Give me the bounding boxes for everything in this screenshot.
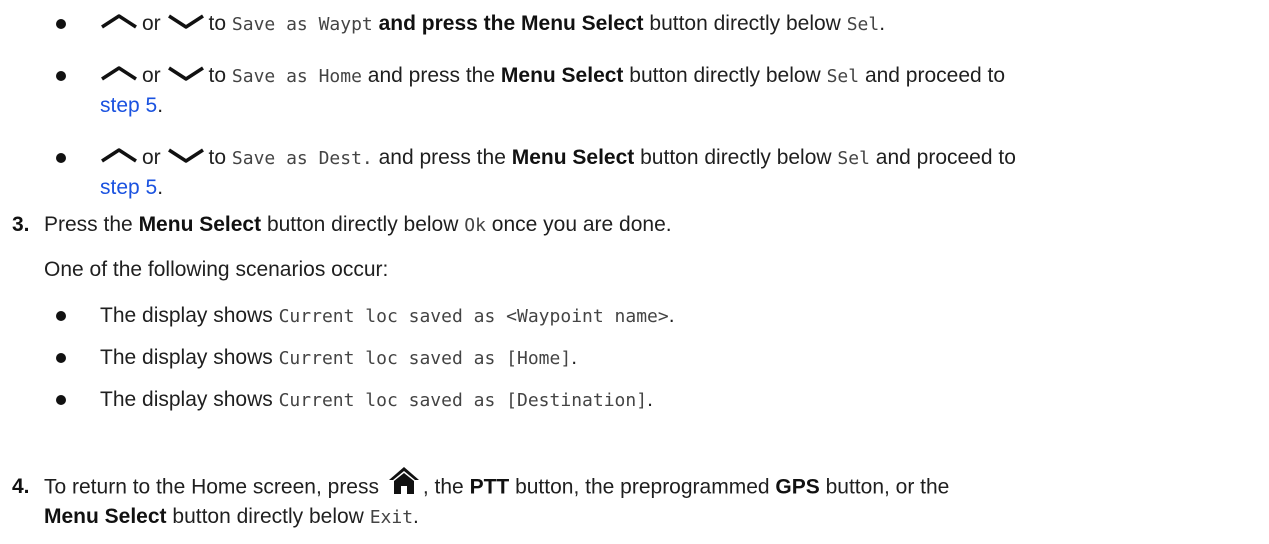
bullet [56, 311, 66, 321]
display-message: Current loc saved as <Waypoint name> [278, 306, 669, 327]
option-save-home: or to Save as Home and press the Menu Se… [100, 62, 1005, 91]
period: . [571, 346, 578, 369]
menu-item-text: Save as Waypt [231, 14, 373, 35]
or-text: or [142, 64, 161, 87]
option-save-dest-cont: step 5. [100, 174, 163, 202]
once-done-text: once you are done. [491, 213, 672, 236]
period: . [879, 12, 886, 35]
period: . [668, 304, 675, 327]
proceed-text: and proceed to [875, 146, 1016, 169]
bullet [56, 395, 66, 405]
period: . [157, 176, 164, 199]
scenario-item: The display shows Current loc saved as [… [100, 386, 653, 415]
bullet [56, 19, 66, 29]
menu-select-label: Menu Select [521, 12, 644, 35]
period: . [157, 94, 164, 117]
button-below-text: button directly below [629, 64, 821, 87]
scenario-item: The display shows Current loc saved as <… [100, 302, 675, 331]
softkey-text: Sel [837, 148, 870, 169]
to-text: to [208, 64, 227, 87]
gps-label: GPS [775, 475, 820, 499]
menu-select-label: Menu Select [500, 64, 624, 87]
proceed-text: and proceed to [864, 64, 1006, 87]
button-below-text: button directly below [640, 146, 832, 169]
period: . [413, 505, 419, 528]
menu-item-text: Save as Home [231, 66, 362, 87]
chevron-up-icon [101, 66, 137, 81]
or-text: or [142, 146, 161, 169]
preprogrammed-text: button, the preprogrammed [515, 475, 770, 499]
press-the-text: Press the [44, 213, 133, 236]
step-3-text: Press the Menu Select button directly be… [44, 211, 672, 240]
scenario-intro: One of the following scenarios occur: [44, 258, 389, 281]
and-press-text: and press the [378, 146, 506, 169]
button-below-text: button directly below [649, 12, 841, 35]
softkey-text: Sel [846, 14, 880, 35]
return-home-text: To return to the Home screen, press [44, 475, 379, 499]
comma-the-text: , the [422, 475, 464, 499]
chevron-up-icon [101, 14, 137, 29]
bullet [56, 353, 66, 363]
step-4-text: To return to the Home screen, press , th… [44, 467, 950, 503]
bullet [56, 71, 66, 81]
scenario-item: The display shows Current loc saved as [… [100, 344, 577, 373]
and-press-text: and press the [378, 12, 516, 35]
scenario-text: The display shows [100, 346, 273, 369]
step-5-link[interactable]: step 5 [100, 176, 157, 199]
ptt-label: PTT [469, 475, 510, 499]
softkey-text: Sel [826, 66, 860, 87]
to-text: to [208, 146, 227, 169]
step-5-link[interactable]: step 5 [100, 94, 157, 117]
chevron-down-icon [167, 14, 204, 30]
step-number: 3. [12, 213, 30, 236]
period: . [647, 388, 653, 411]
option-save-dest: or to Save as Dest. and press the Menu S… [100, 144, 1016, 173]
button-below-text: button directly below [266, 213, 459, 236]
menu-item-text: Save as Dest. [231, 148, 373, 169]
chevron-down-icon [167, 148, 204, 164]
menu-select-label: Menu Select [511, 146, 635, 169]
display-message: Current loc saved as [Home] [278, 348, 572, 369]
option-save-waypt: or to Save as Waypt and press the Menu S… [100, 10, 885, 39]
or-the-text: button, or the [825, 475, 950, 499]
step-4-text-cont: Menu Select button directly below Exit. [44, 503, 419, 532]
menu-select-label: Menu Select [44, 505, 167, 528]
softkey-text: Exit [369, 507, 414, 528]
chevron-up-icon [101, 148, 137, 163]
to-text: to [208, 12, 227, 35]
option-save-home-cont: step 5. [100, 92, 163, 120]
step-number: 4. [12, 475, 30, 498]
softkey-text: Ok [464, 215, 486, 236]
menu-select-label: Menu Select [138, 213, 262, 236]
scenario-text: The display shows [100, 304, 273, 327]
bullet [56, 153, 66, 163]
display-message: Current loc saved as [Destination] [278, 390, 648, 411]
scenario-text: The display shows [100, 388, 273, 411]
or-text: or [142, 12, 161, 35]
home-icon [388, 467, 419, 494]
button-below-text: button directly below [172, 505, 364, 528]
and-press-text: and press the [367, 64, 496, 87]
chevron-down-icon [167, 66, 204, 82]
